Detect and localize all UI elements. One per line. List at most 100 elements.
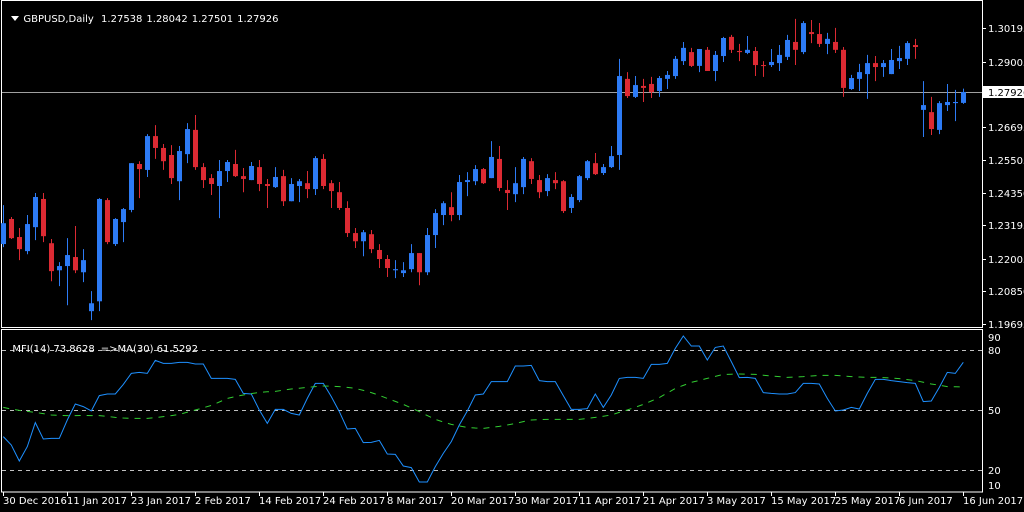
candle xyxy=(905,41,910,66)
price-panel[interactable] xyxy=(1,18,982,321)
ohlc-low: 1.27501 xyxy=(191,14,234,25)
candle-body xyxy=(537,180,542,193)
candle xyxy=(433,209,438,249)
candle-body xyxy=(665,74,670,79)
candle-body xyxy=(849,78,854,90)
candle xyxy=(593,153,598,176)
candle xyxy=(81,249,86,283)
candle xyxy=(153,125,158,159)
candle xyxy=(273,167,278,188)
candle-body xyxy=(345,207,350,234)
candle xyxy=(9,217,14,239)
candle-body xyxy=(81,260,86,273)
candle-body xyxy=(225,162,230,172)
indicator-header: MFI(14) 73.8628 =>MA(30) 61.5292 xyxy=(6,333,204,355)
candle-body xyxy=(961,91,966,103)
candle-body xyxy=(697,48,702,66)
candle-body xyxy=(377,249,382,260)
candle xyxy=(361,229,366,257)
candle xyxy=(537,175,542,199)
candle-body xyxy=(753,50,758,66)
mfi-tick-label: 20 xyxy=(988,466,1001,477)
candle xyxy=(585,160,590,181)
candle xyxy=(193,114,198,170)
candle-body xyxy=(457,182,462,216)
candle xyxy=(209,174,214,196)
symbol-timeframe: GBPUSD,Daily xyxy=(23,14,94,25)
candle-body xyxy=(169,154,174,179)
candle-body xyxy=(929,112,934,130)
candle xyxy=(625,72,630,99)
candle xyxy=(953,89,958,122)
candle xyxy=(241,167,246,193)
candle xyxy=(145,134,150,177)
candle xyxy=(305,171,310,199)
candle-body xyxy=(97,198,102,302)
candle-body xyxy=(257,167,262,185)
candle xyxy=(97,198,102,312)
mfi-indicator-panel[interactable] xyxy=(2,335,982,483)
candle xyxy=(161,143,166,170)
price-tick-label: 1.23195 xyxy=(988,221,1024,232)
candle-body xyxy=(737,50,742,53)
candle-body xyxy=(681,47,686,62)
candle-body xyxy=(73,257,78,271)
date-tick-label: 11 Jan 2017 xyxy=(67,496,127,507)
candle xyxy=(721,36,726,62)
date-tick-label: 14 Feb 2017 xyxy=(259,496,321,507)
candle-body xyxy=(465,180,470,183)
candle-body xyxy=(865,63,870,75)
candle xyxy=(113,218,118,247)
candle xyxy=(713,50,718,82)
ohlc-high: 1.28042 xyxy=(146,14,188,25)
candle xyxy=(289,178,294,202)
candle-body xyxy=(369,234,374,250)
candle-body xyxy=(913,45,918,48)
price-tick-label: 1.30195 xyxy=(988,24,1024,35)
candle-body xyxy=(497,158,502,188)
candle-body xyxy=(553,180,558,184)
candle-body xyxy=(593,163,598,175)
candle xyxy=(177,145,182,201)
candle-body xyxy=(305,183,310,190)
candle xyxy=(249,162,254,181)
candle xyxy=(489,141,494,179)
candle-body xyxy=(233,164,238,177)
candle-body xyxy=(609,156,614,168)
candle xyxy=(961,88,966,104)
date-tick-label: 15 May 2017 xyxy=(771,496,836,507)
candle xyxy=(121,207,126,243)
candle xyxy=(401,262,406,278)
candle xyxy=(921,81,926,137)
candle-body xyxy=(561,181,566,212)
candle-body xyxy=(857,72,862,79)
candle xyxy=(465,172,470,197)
candle-body xyxy=(137,164,142,170)
candle-body xyxy=(521,158,526,188)
candle xyxy=(481,167,486,185)
candle xyxy=(89,291,94,321)
candle xyxy=(889,48,894,75)
candle xyxy=(697,48,702,73)
candle-body xyxy=(161,147,166,162)
candle xyxy=(345,201,350,238)
candle-body xyxy=(705,49,710,71)
candle xyxy=(25,215,30,255)
candle xyxy=(529,158,534,185)
candle-body xyxy=(769,61,774,66)
triangle-down-icon[interactable] xyxy=(11,16,20,21)
candle xyxy=(185,123,190,164)
candle-body xyxy=(489,156,494,179)
candle xyxy=(729,34,734,53)
candle-body xyxy=(129,163,134,210)
date-tick-label: 30 Dec 2016 xyxy=(3,496,67,507)
candle xyxy=(609,145,614,168)
candle-body xyxy=(817,34,822,44)
candle-body xyxy=(265,184,270,186)
candle xyxy=(57,262,62,287)
candle xyxy=(337,182,342,210)
candle-body xyxy=(881,63,886,68)
candle-body xyxy=(393,269,398,271)
candle xyxy=(857,63,862,91)
price-tick-label: 1.22005 xyxy=(988,255,1024,266)
